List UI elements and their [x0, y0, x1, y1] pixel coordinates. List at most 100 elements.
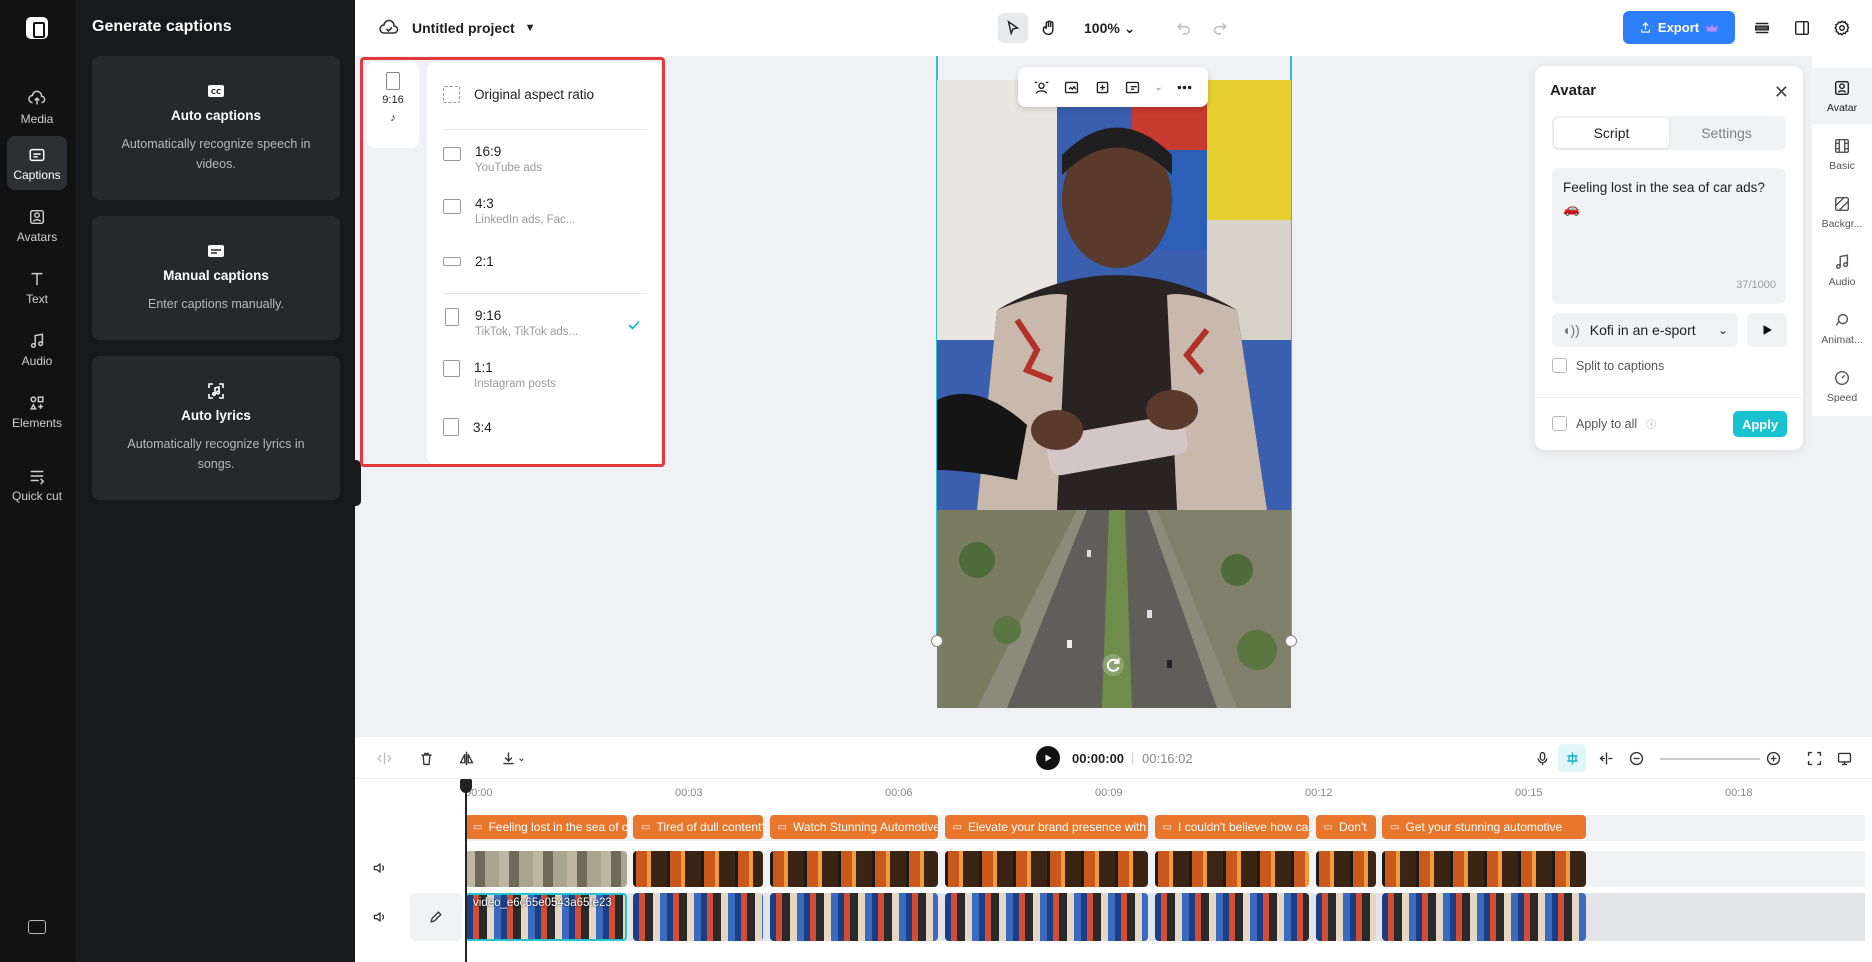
layout-button[interactable] — [1787, 13, 1817, 43]
prop-background[interactable]: Backgr... — [1812, 184, 1872, 240]
split-button[interactable] — [373, 747, 395, 769]
redo-button[interactable] — [1205, 13, 1235, 43]
video-clip[interactable] — [944, 851, 1148, 887]
replace-image-icon[interactable] — [1063, 79, 1080, 96]
aspect-option-2-1[interactable]: 2:1 — [443, 254, 647, 269]
prop-audio[interactable]: Audio — [1812, 242, 1872, 298]
zoom-out-button[interactable] — [1625, 747, 1647, 769]
aspect-option-1-1[interactable]: 1:1 Instagram posts — [443, 360, 647, 390]
settings-button[interactable] — [1827, 13, 1857, 43]
video-clip[interactable] — [1315, 893, 1376, 941]
caption-clip[interactable]: Tired of dull content? — [633, 815, 763, 839]
video-clip[interactable] — [769, 851, 938, 887]
preview-voice-button[interactable] — [1747, 313, 1787, 347]
video-clip[interactable] — [1154, 893, 1309, 941]
caption-clip[interactable]: Feeling lost in the sea of car ads? — [465, 815, 627, 839]
rail-item-media[interactable]: Media — [7, 80, 67, 134]
hand-tool-button[interactable] — [1034, 13, 1064, 43]
prop-avatar[interactable]: Avatar — [1812, 68, 1872, 124]
export-button[interactable]: Export — [1623, 11, 1735, 44]
caption-clip[interactable]: Watch Stunning Automotive — [769, 815, 938, 839]
video-clip[interactable] — [944, 893, 1148, 941]
keyboard-shortcuts-icon[interactable] — [28, 920, 46, 934]
auto-lyrics-card[interactable]: Auto lyrics Automatically recognize lyri… — [92, 356, 340, 500]
split-audio-button[interactable] — [1595, 747, 1617, 769]
prop-basic[interactable]: Basic — [1812, 126, 1872, 182]
more-icon[interactable] — [1176, 79, 1193, 96]
caption-clip[interactable]: Elevate your brand presence with — [944, 815, 1148, 839]
fit-timeline-button[interactable] — [1803, 747, 1825, 769]
zoom-level: 100% — [1084, 19, 1120, 36]
checkbox[interactable] — [1552, 416, 1567, 431]
magnet-toggle[interactable] — [1558, 744, 1586, 772]
apply-to-all-checkbox[interactable]: Apply to all ⓘ — [1552, 416, 1656, 431]
aspect-ratio-button[interactable]: 9:16 ♪ — [367, 62, 419, 148]
avatar-video-preview[interactable] — [937, 80, 1291, 510]
mirror-button[interactable] — [455, 747, 477, 769]
prop-animation[interactable]: Animat... — [1812, 300, 1872, 356]
checkbox[interactable] — [1552, 358, 1567, 373]
rail-item-elements[interactable]: Elements — [7, 384, 67, 438]
edit-track-button[interactable] — [410, 893, 462, 941]
undo-button[interactable] — [1169, 13, 1199, 43]
video-clip[interactable] — [1382, 893, 1586, 941]
aspect-option-16-9[interactable]: 16:9 YouTube ads — [443, 144, 647, 174]
auto-captions-card[interactable]: CC Auto captions Automatically recognize… — [92, 56, 340, 200]
aspect-option-9-16[interactable]: 9:16 TikTok, TikTok ads... — [443, 308, 647, 338]
video-clip[interactable] — [465, 851, 627, 887]
rail-item-audio[interactable]: Audio — [7, 322, 67, 376]
split-to-captions-checkbox[interactable]: Split to captions — [1552, 358, 1664, 373]
prop-speed[interactable]: Speed — [1812, 358, 1872, 414]
tab-script[interactable]: Script — [1554, 118, 1669, 148]
video-clip[interactable] — [633, 893, 763, 941]
project-title-dropdown[interactable]: Untitled project ▼ — [379, 18, 536, 38]
rail-item-avatars[interactable]: Avatars — [7, 198, 67, 252]
record-voice-button[interactable] — [1531, 747, 1553, 769]
app-logo[interactable] — [26, 17, 48, 39]
track-audio-toggle[interactable] — [372, 860, 388, 876]
road-video-preview[interactable] — [937, 510, 1291, 708]
video-clip[interactable] — [1315, 851, 1376, 887]
caption-clip[interactable]: Get your stunning automotive — [1382, 815, 1586, 839]
rail-item-text[interactable]: Text — [7, 260, 67, 314]
zoom-in-button[interactable] — [1762, 747, 1784, 769]
background-remove-icon[interactable] — [1124, 79, 1141, 96]
manual-captions-card[interactable]: Manual captions Enter captions manually. — [92, 216, 340, 340]
video-clip[interactable]: video_e6c65e0543a65fe23 — [465, 893, 627, 941]
video-clip[interactable] — [1154, 851, 1309, 887]
play-button[interactable] — [1036, 746, 1060, 770]
preview-mode-button[interactable] — [1833, 747, 1855, 769]
crop-icon[interactable] — [1094, 79, 1111, 96]
aspect-option-3-4[interactable]: 3:4 — [443, 418, 647, 436]
close-icon[interactable]: ✕ — [1774, 82, 1789, 103]
playhead[interactable] — [460, 779, 472, 962]
zoom-dropdown[interactable]: 100% ⌄ — [1084, 20, 1135, 37]
download-dropdown[interactable]: ⌄ — [495, 747, 531, 769]
zoom-slider[interactable] — [1660, 758, 1760, 760]
info-icon[interactable]: ⓘ — [1646, 416, 1656, 431]
delete-button[interactable] — [415, 747, 437, 769]
aspect-option-4-3[interactable]: 4:3 LinkedIn ads, Fac... — [443, 196, 647, 226]
resize-handle-bottom-right[interactable] — [1285, 635, 1297, 647]
apply-button[interactable]: Apply — [1733, 411, 1787, 437]
tab-settings[interactable]: Settings — [1669, 118, 1784, 148]
rotate-handle[interactable] — [1102, 654, 1124, 676]
caption-clip[interactable]: I couldn't believe how car — [1154, 815, 1309, 839]
caption-clip[interactable]: Don't — [1315, 815, 1376, 839]
video-clip[interactable] — [1382, 851, 1586, 887]
rail-item-captions[interactable]: Captions — [7, 136, 67, 190]
video-clip[interactable] — [633, 851, 763, 887]
resize-handle-bottom-left[interactable] — [931, 635, 943, 647]
main-track-audio-toggle[interactable] — [372, 909, 388, 925]
layers-button[interactable] — [1747, 13, 1777, 43]
chevron-down-icon[interactable]: ⌄ — [1154, 82, 1162, 93]
collapse-panel-handle[interactable] — [353, 460, 361, 506]
select-tool-button[interactable] — [998, 13, 1028, 43]
script-textarea[interactable]: Feeling lost in the sea of car ads?🚗 37/… — [1552, 168, 1786, 304]
voice-select[interactable]: ◖)) Kofi in an e-sport ⌄ — [1552, 313, 1738, 347]
avatar-swap-icon[interactable] — [1033, 79, 1050, 96]
video-clip[interactable] — [769, 893, 938, 941]
aspect-option-original[interactable]: Original aspect ratio — [443, 86, 647, 103]
time-ruler[interactable]: 00:00 00:03 00:06 00:09 00:12 00:15 00:1… — [465, 787, 1865, 803]
rail-item-quick-cut[interactable]: Quick cut — [7, 452, 67, 516]
